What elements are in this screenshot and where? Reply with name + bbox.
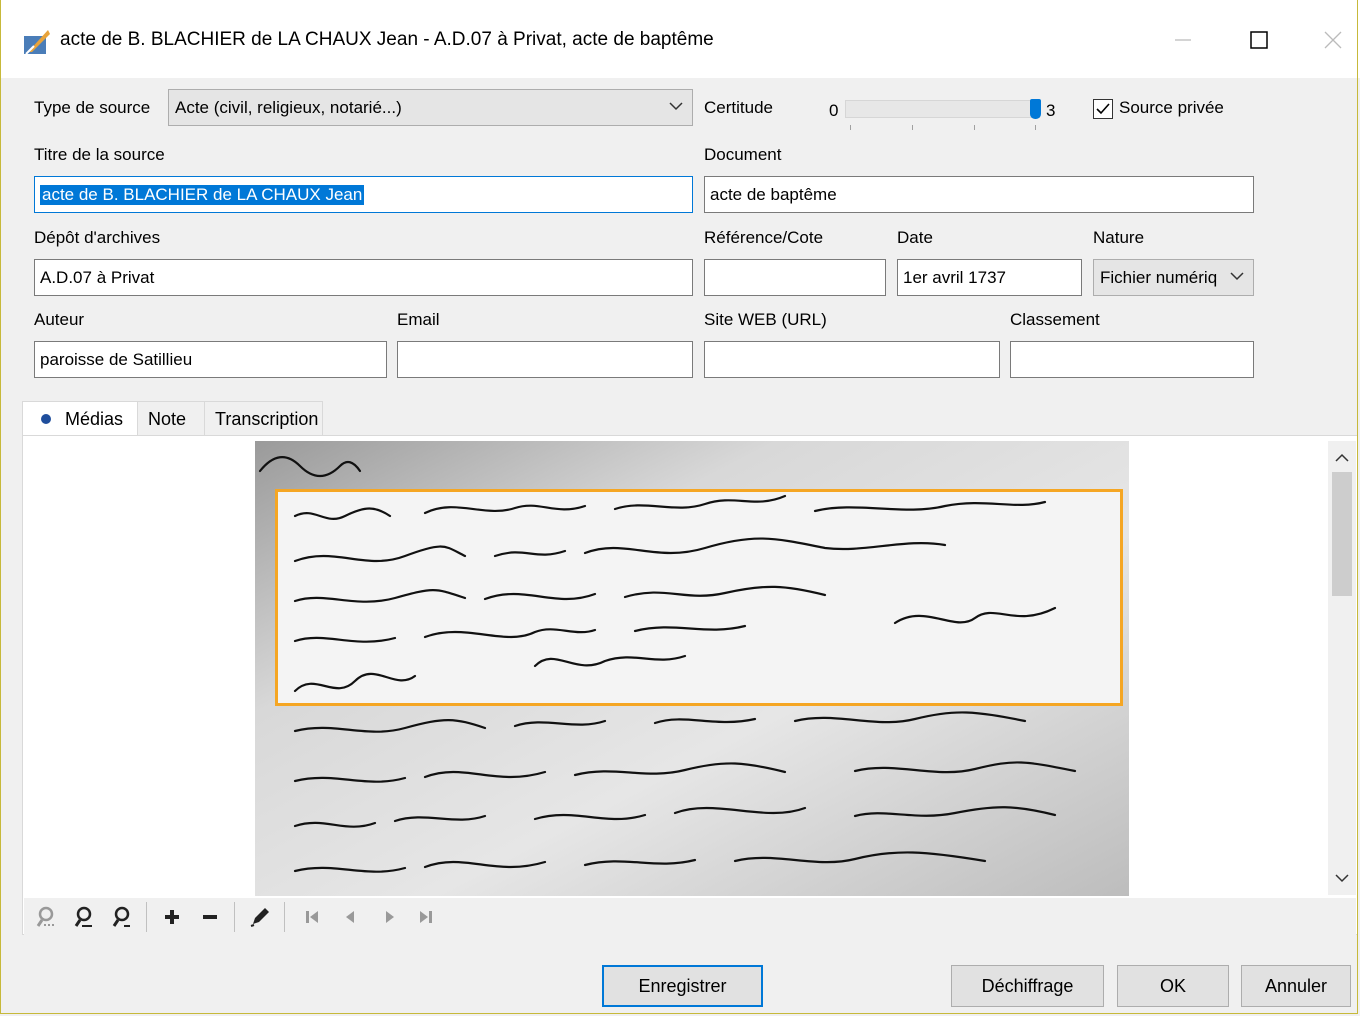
document-label: Document [704,145,782,164]
depot-label: Dépôt d'archives [34,228,161,247]
selection-highlight[interactable] [275,489,1123,706]
last-button[interactable] [412,902,440,932]
annuler-button[interactable]: Annuler [1241,965,1351,1007]
zoom-fit-icon [36,906,54,927]
titre-input[interactable]: acte de B. BLACHIER de LA CHAUX Jean [34,176,693,213]
add-icon [165,910,179,924]
scroll-down-icon [1335,874,1349,883]
checkmark-icon [1096,103,1110,115]
nature-select[interactable]: Fichier numériq [1093,259,1254,296]
date-label: Date [897,228,933,247]
auteur-label: Auteur [34,310,85,329]
edit-icon [250,908,269,927]
zoom-out-icon [112,906,130,927]
nature-value: Fichier numériq [1100,267,1218,287]
window-title: acte de B. BLACHIER de LA CHAUX Jean - A… [60,29,714,50]
titre-label: Titre de la source [34,145,165,164]
nature-label: Nature [1093,228,1145,247]
chevron-down-icon [1230,272,1244,281]
edit-button[interactable] [246,902,274,932]
tab-note[interactable]: Note [138,401,205,436]
type-source-value: Acte (civil, religieux, notarié...) [175,97,402,117]
auteur-input[interactable]: paroisse de Satillieu [34,341,387,378]
certitude-slider-thumb[interactable] [1030,99,1041,119]
classement-input[interactable] [1010,341,1254,378]
tab-note-label: Note [148,408,187,429]
zoom-in-button[interactable] [70,902,98,932]
site-input[interactable] [704,341,1000,378]
close-icon [1324,31,1342,49]
slider-tick [974,125,975,130]
site-label: Site WEB (URL) [704,310,827,329]
reference-label: Référence/Cote [704,228,824,247]
first-button[interactable] [298,902,326,932]
zoom-out-button[interactable] [108,902,136,932]
scroll-up-icon [1335,453,1349,462]
titre-value: acte de B. BLACHIER de LA CHAUX Jean [40,184,365,205]
last-icon [420,911,432,923]
document-input[interactable]: acte de baptême [704,176,1254,213]
slider-tick [850,125,851,130]
previous-button[interactable] [336,902,364,932]
chevron-down-icon [669,102,683,111]
document-value: acte de baptême [710,184,837,204]
reference-input[interactable] [704,259,886,296]
zoom-fit-button[interactable] [32,902,60,932]
source-privee-label: Source privée [1119,98,1224,117]
email-label: Email [397,310,440,329]
classement-label: Classement [1010,310,1100,329]
feather-app-icon [24,30,50,55]
next-button[interactable] [376,902,404,932]
email-input[interactable] [397,341,693,378]
tab-medias-label: Médias [65,408,124,429]
certitude-label: Certitude [704,98,773,117]
dot-icon [41,414,51,424]
date-input[interactable]: 1er avril 1737 [897,259,1082,296]
certitude-max-label: 3 [1046,101,1056,120]
date-value: 1er avril 1737 [903,267,1007,287]
type-source-label: Type de source [34,98,151,117]
tab-transcription-label: Transcription [215,408,319,429]
minimize-icon [1175,39,1191,41]
minimize-button[interactable] [1158,20,1208,60]
type-source-select[interactable]: Acte (civil, religieux, notarié...) [168,89,693,126]
certitude-slider[interactable] [845,100,1040,118]
slider-tick [1035,125,1036,130]
remove-button[interactable] [196,902,224,932]
previous-icon [346,911,354,923]
tab-medias[interactable]: Médias [22,401,138,436]
toolbar-divider [234,902,235,932]
tab-transcription[interactable]: Transcription [205,401,323,436]
toolbar-divider [146,902,147,932]
ok-button[interactable]: OK [1117,965,1229,1007]
depot-input[interactable]: A.D.07 à Privat [34,259,693,296]
source-privee-checkbox[interactable] [1093,99,1113,119]
certitude-min-label: 0 [829,101,839,120]
close-button[interactable] [1308,20,1358,60]
first-icon [306,911,318,923]
maximize-icon [1250,31,1268,49]
maximize-button[interactable] [1234,20,1284,60]
enregistrer-button[interactable]: Enregistrer [602,965,763,1007]
remove-icon [203,915,217,919]
add-button[interactable] [158,902,186,932]
toolbar-divider [284,902,285,932]
auteur-value: paroisse de Satillieu [40,349,193,369]
zoom-in-icon [74,906,92,927]
next-icon [386,911,394,923]
depot-value: A.D.07 à Privat [40,267,155,287]
scroll-thumb[interactable] [1332,472,1352,596]
dechiffrage-button[interactable]: Déchiffrage [951,965,1104,1007]
slider-tick [912,125,913,130]
